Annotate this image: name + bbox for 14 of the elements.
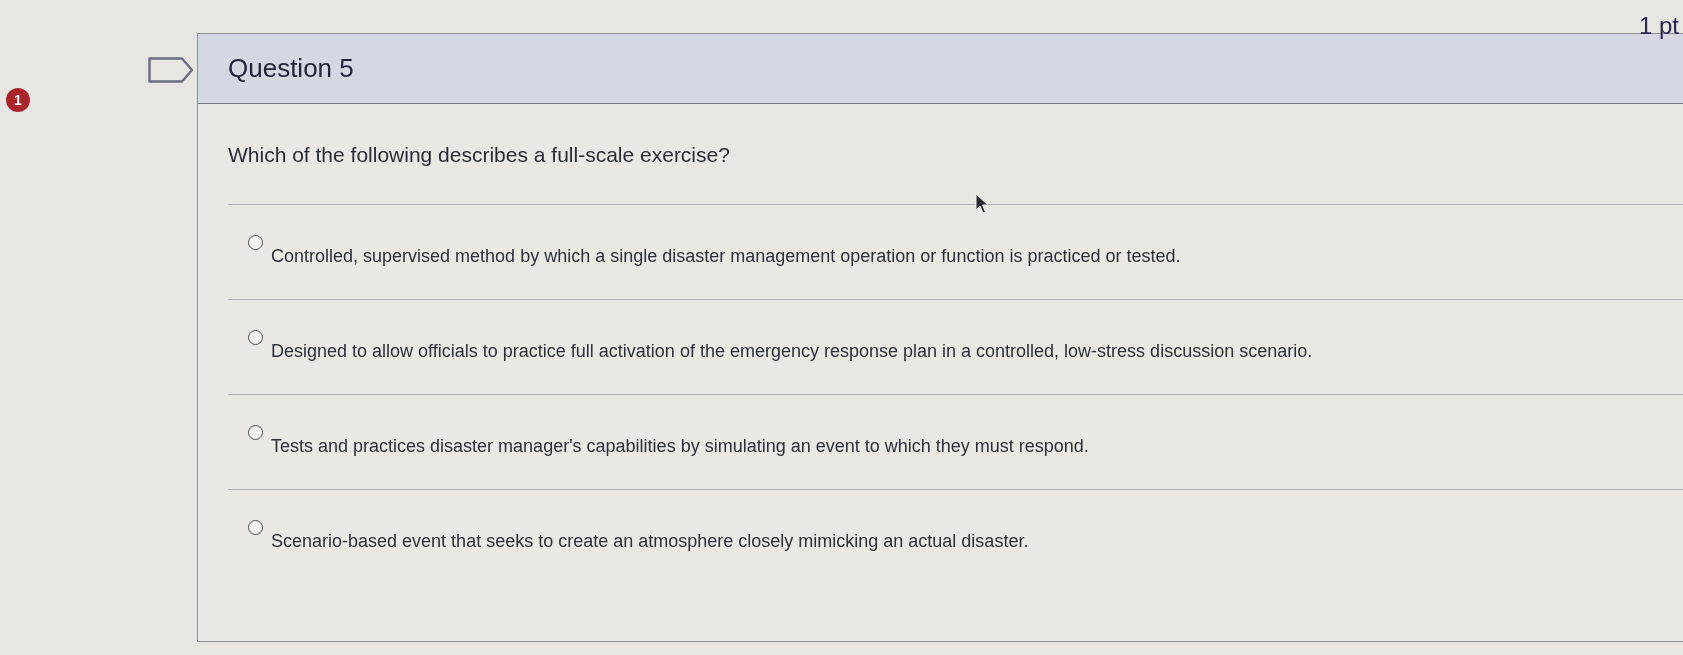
answer-text: Designed to allow officials to practice full activation of the emergency response plan in a controlled, low-stress discussion scenario.: [271, 340, 1313, 362]
question-title: Question 5: [228, 53, 354, 84]
question-text: Which of the following describes a full-scale exercise?: [228, 142, 730, 168]
answer-text: Controlled, supervised method by which a single disaster management operation or function is practiced or tested.: [271, 245, 1181, 267]
points-label: 1 pt: [1638, 12, 1679, 40]
count-badge: 1: [6, 88, 30, 112]
tag-icon[interactable]: [148, 57, 194, 83]
answer-text: Tests and practices disaster manager's capabilities by simulating an event to which they must respond.: [271, 435, 1089, 457]
answer-text: Scenario-based event that seeks to create an atmosphere closely mimicking an actual disaster.: [271, 530, 1029, 552]
radio-button[interactable]: [248, 425, 263, 440]
radio-button[interactable]: [248, 330, 263, 345]
radio-button[interactable]: [248, 520, 263, 535]
radio-button[interactable]: [248, 235, 263, 250]
mouse-pointer-icon: [975, 193, 989, 215]
